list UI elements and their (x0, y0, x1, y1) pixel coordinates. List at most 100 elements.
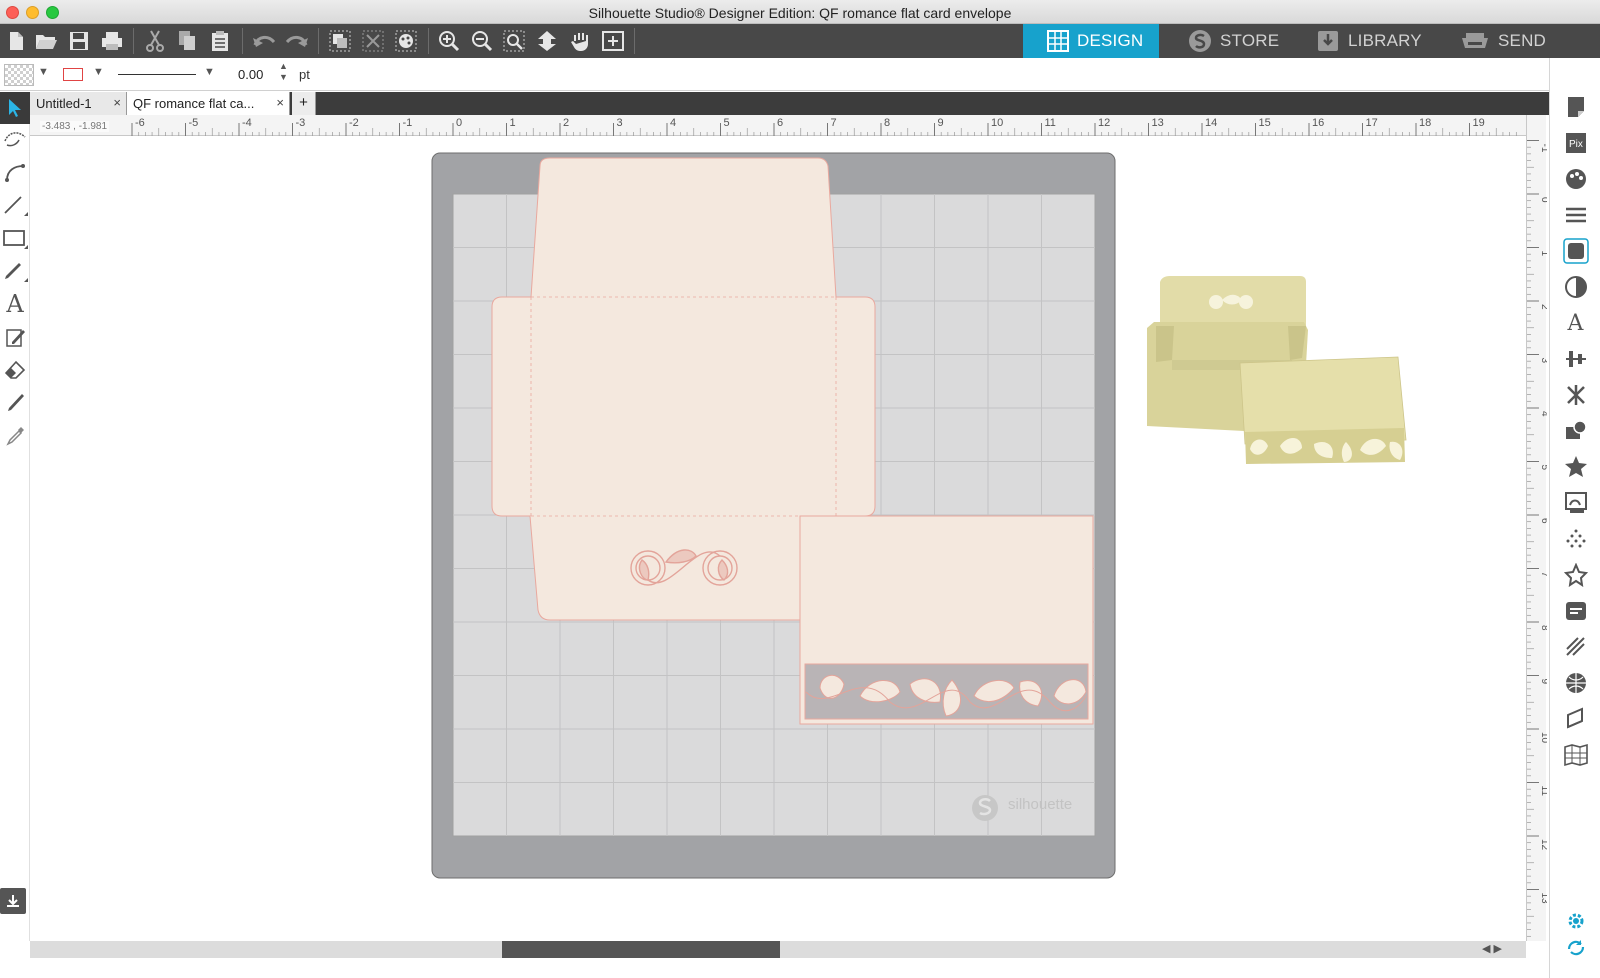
design-store-button[interactable] (1550, 557, 1600, 593)
align-button[interactable] (1550, 341, 1600, 377)
select-tool[interactable] (0, 92, 30, 124)
map-layers-icon (1563, 743, 1588, 767)
fit-to-page-icon[interactable] (597, 24, 629, 58)
status-strip (0, 958, 1549, 978)
replicate-button[interactable] (1550, 377, 1600, 413)
pen-effects-button[interactable] (1550, 629, 1600, 665)
new-icon[interactable] (0, 24, 32, 58)
redo-icon[interactable] (281, 24, 313, 58)
fill-color-button[interactable] (1550, 161, 1600, 197)
eraser-icon (4, 360, 26, 379)
curl-button[interactable] (1550, 701, 1600, 737)
fill-dropdown-arrow-icon[interactable]: ▼ (38, 66, 49, 78)
sketch-tool[interactable] (0, 321, 30, 353)
cut-icon[interactable] (139, 24, 171, 58)
text-style-button[interactable]: A (1550, 305, 1600, 341)
knife-tool[interactable] (0, 155, 30, 187)
doc-tab-romance-envelope[interactable]: QF romance flat ca... × (127, 92, 290, 115)
registration-icon (1565, 602, 1586, 620)
line-color-swatch[interactable] (63, 68, 83, 81)
undo-icon[interactable] (248, 24, 280, 58)
select-all-icon[interactable] (390, 24, 422, 58)
line-style-dropdown-arrow-icon[interactable]: ▼ (204, 66, 215, 78)
eyedropper-tool[interactable] (0, 419, 30, 451)
point-edit-tool[interactable] (0, 123, 30, 155)
horizontal-scrollbar[interactable]: ◀ ▶ (30, 941, 1526, 958)
tab-store-label: STORE (1220, 31, 1280, 50)
scroll-left-right-arrows[interactable]: ◀ ▶ (1482, 942, 1502, 955)
paste-icon[interactable] (204, 24, 236, 58)
close-tab-icon[interactable]: × (113, 95, 121, 110)
tab-store[interactable]: STORE (1164, 24, 1294, 58)
ungroup-icon[interactable] (357, 24, 389, 58)
new-tab-button[interactable]: + (292, 92, 316, 115)
print-icon[interactable] (96, 24, 128, 58)
line-style-preview[interactable] (118, 74, 196, 75)
move-down-icon[interactable] (531, 24, 563, 58)
modify-button[interactable] (1550, 413, 1600, 449)
line-color-dropdown-arrow-icon[interactable]: ▼ (93, 66, 104, 78)
group-icon[interactable] (324, 24, 356, 58)
page-setup-icon (1567, 97, 1584, 117)
trace-button[interactable] (1550, 485, 1600, 521)
print-cut-button[interactable] (1550, 593, 1600, 629)
save-icon[interactable] (63, 24, 95, 58)
design-canvas[interactable]: silhouette (30, 136, 1526, 941)
close-tab-icon[interactable]: × (276, 95, 284, 110)
drawing-tool[interactable] (0, 255, 30, 287)
tab-design-label: DESIGN (1077, 31, 1144, 50)
sync-button[interactable] (1550, 930, 1600, 966)
line-width-input[interactable]: 0.00 (234, 65, 276, 85)
transparency-button[interactable] (1550, 269, 1600, 305)
line-style-button[interactable] (1550, 197, 1600, 233)
tab-send[interactable]: SEND (1436, 24, 1556, 58)
copy-icon[interactable] (171, 24, 203, 58)
text-tool[interactable]: A (0, 288, 30, 320)
doc-tab-untitled-label: Untitled-1 (36, 96, 92, 111)
zoom-in-icon[interactable] (433, 24, 465, 58)
warp-globe-icon (1565, 673, 1586, 693)
tab-design[interactable]: DESIGN (1023, 24, 1159, 58)
cursor-x: -3.483 (42, 121, 71, 132)
fill-pattern-button[interactable] (1550, 233, 1600, 269)
ruler-ticks: -6 -5 -4 -3 -2 -1 0 1 2 3 4 5 6 7 8 9 10 11 12 13 14 15 16 17 18… (131, 117, 1517, 136)
replicate-icon (1566, 385, 1585, 405)
offset-star-icon (1564, 456, 1587, 477)
envelope-preview-image[interactable] (1142, 274, 1412, 474)
card-design[interactable] (799, 515, 1094, 725)
vruler-label: 8 (1539, 625, 1547, 631)
pan-hand-icon[interactable] (564, 24, 596, 58)
ruler-label: -5 (189, 117, 199, 129)
line-tool-icon (4, 196, 28, 216)
point-edit-icon (4, 132, 26, 147)
doc-tab-untitled[interactable]: Untitled-1 × (30, 92, 127, 115)
watermark-text: silhouette (1008, 796, 1072, 813)
knife-cut-tool[interactable] (0, 386, 30, 418)
tab-library[interactable]: LIBRARY (1292, 24, 1434, 58)
pixscan-button[interactable]: Pix (1550, 125, 1600, 161)
warp-button[interactable] (1550, 665, 1600, 701)
knife-icon (8, 394, 24, 411)
eraser-tool[interactable] (0, 353, 30, 385)
vruler-label: 2 (1539, 304, 1547, 310)
offset-button[interactable] (1550, 449, 1600, 485)
line-width-stepper[interactable]: ▲ ▼ (279, 61, 288, 83)
cursor-coordinates: -3.483 , -1.981 (40, 121, 110, 132)
zoom-fit-icon[interactable] (498, 24, 530, 58)
open-icon[interactable] (30, 24, 62, 58)
line-style-icon (1565, 207, 1586, 223)
layers-button[interactable] (1550, 737, 1600, 773)
title-bar: Silhouette Studio® Designer Edition: QF … (0, 0, 1600, 24)
ruler-label: 0 (456, 117, 462, 129)
svg-text:Pix: Pix (1569, 139, 1583, 150)
page-setup-button[interactable] (1550, 89, 1600, 125)
rectangle-tool[interactable] (0, 222, 30, 254)
zoom-out-icon[interactable] (466, 24, 498, 58)
palette-icon (1565, 169, 1586, 189)
line-tool[interactable] (0, 189, 30, 221)
sketch-button[interactable] (1550, 521, 1600, 557)
library-toggle-button[interactable] (0, 888, 26, 914)
horizontal-scroll-thumb[interactable] (502, 941, 780, 958)
grid-icon (1047, 30, 1069, 52)
fill-pattern-swatch[interactable] (4, 64, 34, 86)
